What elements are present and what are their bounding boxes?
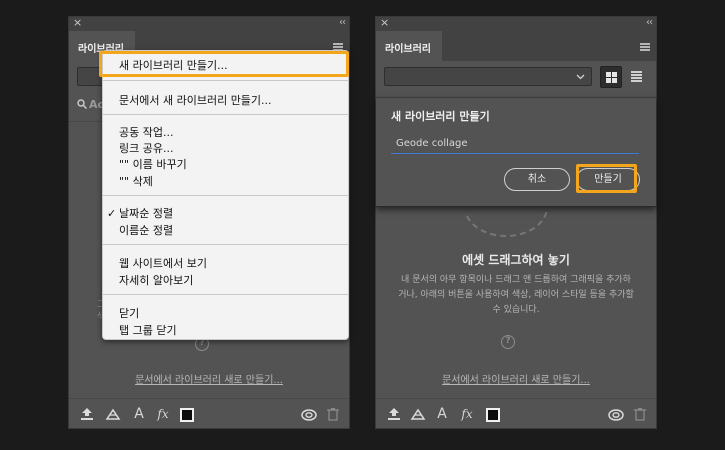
libraries-panel-right: × ‹‹ 라이브러리 에셋 드래그하여 놓기 내 문서의 아무 항목이나 드래그… — [375, 16, 657, 429]
add-graphic-icon[interactable] — [105, 407, 121, 421]
empty-state-description: 내 문서의 아무 항목이나 드래그 앤 드롭하여 그래픽을 추가하거나, 아래의… — [398, 275, 634, 315]
creative-cloud-sync-icon[interactable] — [300, 407, 318, 421]
list-view-button[interactable] — [626, 66, 648, 88]
menu-item-learn-more[interactable]: 자세히 알아보기 — [119, 272, 193, 288]
grid-view-button[interactable] — [600, 66, 622, 88]
menu-item-sort-by-date[interactable]: ✓ 날짜순 정렬 — [107, 205, 173, 221]
collapse-panel-icon[interactable]: ‹‹ — [339, 16, 346, 30]
create-from-document-link[interactable]: 문서에서 라이브러리 새로 만들기... — [69, 371, 349, 386]
highlight-create-button — [576, 164, 637, 193]
menu-item-sort-by-name[interactable]: 이름순 정렬 — [119, 222, 173, 238]
menu-item-close[interactable]: 닫기 — [119, 305, 139, 321]
menu-item-view-on-website[interactable]: 웹 사이트에서 보기 — [119, 255, 207, 271]
list-icon — [631, 71, 642, 82]
menu-item-collaborate[interactable]: 공동 작업... — [119, 124, 173, 140]
grid-icon — [606, 72, 617, 83]
empty-state-heading: 에셋 드래그하여 놓기 — [462, 253, 570, 267]
trash-icon[interactable] — [325, 407, 341, 421]
library-dropdown[interactable] — [384, 67, 592, 86]
dialog-title: 새 라이브러리 만들기 — [391, 110, 490, 123]
help-icon[interactable]: ? — [501, 335, 515, 349]
collapse-panel-icon[interactable]: ‹‹ — [646, 16, 653, 30]
menu-item-delete[interactable]: "" 삭제 — [119, 173, 153, 189]
menu-separator — [103, 244, 348, 245]
library-name-input[interactable]: Geode collage — [391, 134, 639, 154]
close-panel-icon[interactable]: × — [73, 16, 82, 30]
panel-footer: A fx — [69, 398, 349, 428]
menu-item-share-link[interactable]: 링크 공유... — [119, 140, 173, 156]
add-layer-style-icon[interactable]: fx — [459, 407, 475, 421]
add-character-style-icon[interactable]: A — [131, 407, 147, 421]
creative-cloud-sync-icon[interactable] — [607, 407, 625, 421]
trash-icon[interactable] — [632, 407, 648, 421]
menu-item-rename[interactable]: "" 이름 바꾸기 — [119, 156, 187, 172]
menu-item-new-library-from-document[interactable]: 문서에서 새 라이브러리 만들기... — [119, 92, 272, 108]
menu-separator — [103, 80, 348, 81]
add-layer-style-icon[interactable]: fx — [155, 407, 171, 421]
panel-titlebar: × ‹‹ — [376, 16, 656, 31]
menu-separator — [103, 195, 348, 196]
upload-icon[interactable] — [79, 407, 95, 421]
add-color-swatch[interactable] — [180, 408, 194, 422]
search-icon — [77, 99, 87, 109]
menu-item-close-tab-group[interactable]: 탭 그룹 닫기 — [119, 322, 177, 338]
panel-menu-icon[interactable] — [640, 43, 650, 51]
checkmark-icon: ✓ — [107, 207, 117, 220]
close-panel-icon[interactable]: × — [380, 16, 389, 30]
menu-separator — [103, 114, 348, 115]
tab-libraries[interactable]: 라이브러리 — [376, 31, 442, 61]
panel-footer: A fx — [376, 398, 656, 428]
add-graphic-icon[interactable] — [410, 407, 426, 421]
add-character-style-icon[interactable]: A — [434, 407, 450, 421]
panel-tabstrip: 라이브러리 — [376, 31, 656, 61]
menu-item-label: 날짜순 정렬 — [119, 207, 174, 220]
panel-flyout-menu: 새 라이브러리 만들기... 문서에서 새 라이브러리 만들기... 공동 작업… — [102, 50, 349, 340]
cancel-button[interactable]: 취소 — [504, 168, 570, 191]
upload-icon[interactable] — [386, 407, 402, 421]
highlight-new-library — [99, 51, 349, 77]
menu-separator — [103, 294, 348, 295]
chevron-down-icon — [576, 74, 585, 80]
panel-titlebar: × ‹‹ — [69, 16, 349, 31]
add-color-swatch[interactable] — [486, 408, 500, 422]
create-from-document-link[interactable]: 문서에서 라이브러리 새로 만들기... — [376, 371, 656, 386]
